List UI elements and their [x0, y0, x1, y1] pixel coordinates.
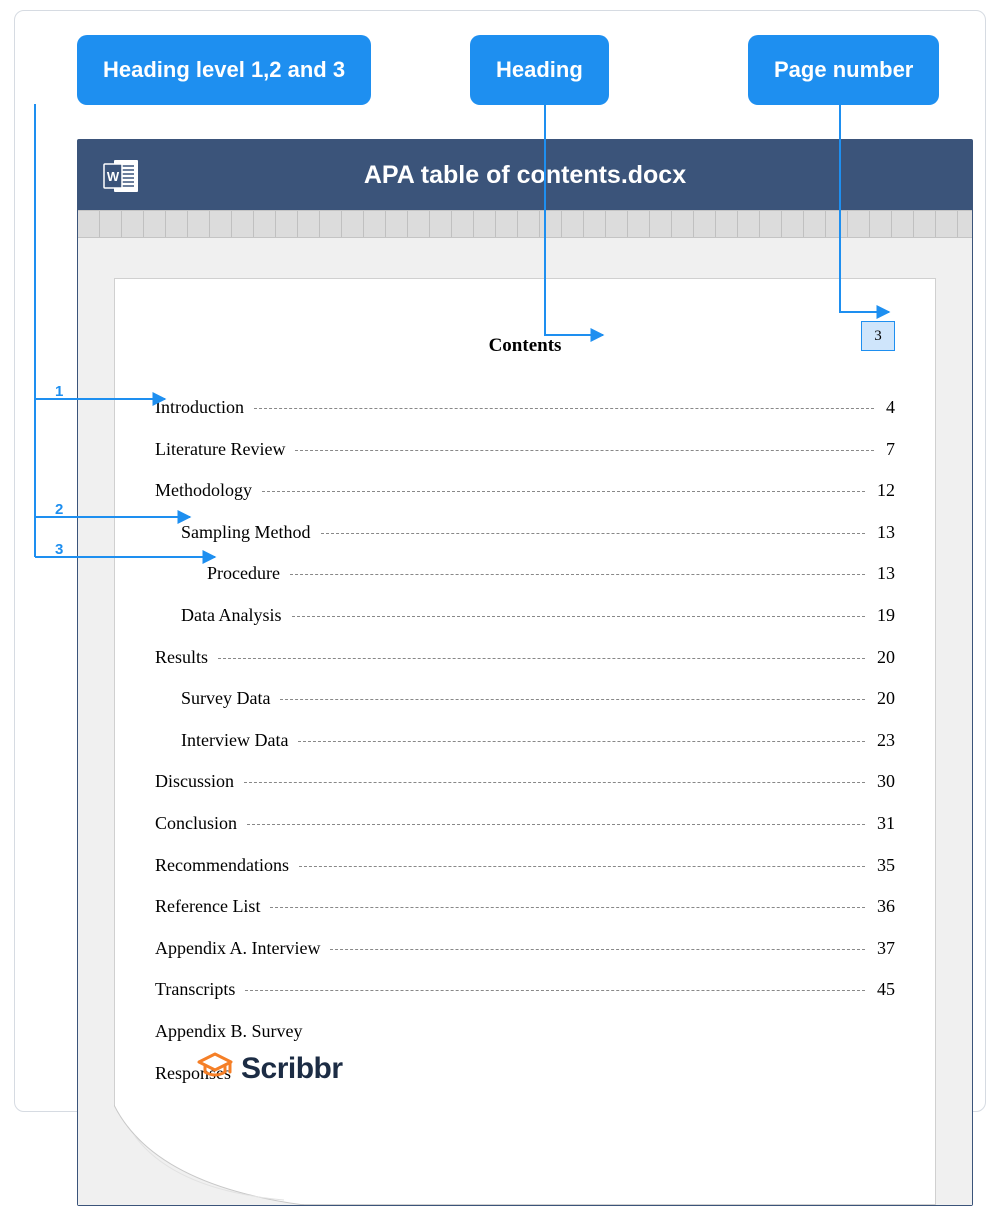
toc-entry-page: 37	[869, 938, 895, 960]
toc-entry-page: 30	[869, 771, 895, 793]
callout-page-number: Page number	[748, 35, 939, 105]
level-marker-3: 3	[55, 541, 63, 558]
toc-entry-page: 20	[869, 647, 895, 669]
document-title: APA table of contents.docx	[364, 161, 686, 190]
toc-row: Sampling Method 13	[155, 522, 895, 544]
word-titlebar: W APA table of contents.docx	[78, 140, 972, 210]
toc-entry-label: Procedure	[155, 563, 286, 585]
level-marker-2: 2	[55, 501, 63, 518]
toc-entry-page: 23	[869, 730, 895, 752]
toc-entry-label: Appendix B. Survey	[155, 1021, 309, 1043]
toc-entry-page: 36	[869, 896, 895, 918]
toc-leader	[292, 616, 866, 617]
toc-entry-label: Conclusion	[155, 813, 243, 835]
toc-row: Procedure 13	[155, 563, 895, 585]
toc-entry-label: Introduction	[155, 397, 250, 419]
toc-entry-label: Appendix A. Interview	[155, 938, 326, 960]
toc-row: Reference List 36	[155, 896, 895, 918]
toc-leader	[254, 408, 874, 409]
toc-entry-label: Results	[155, 647, 214, 669]
toc-row: Results 20	[155, 647, 895, 669]
callout-heading: Heading	[470, 35, 609, 105]
toc-row: Data Analysis 19	[155, 605, 895, 627]
toc-entry-page: 7	[878, 439, 895, 461]
toc-entry-label: Data Analysis	[155, 605, 288, 627]
toc-leader	[330, 949, 865, 950]
word-document-window: W APA table of contents.docx 3 Contents …	[77, 139, 973, 1206]
toc-entry-page: 13	[869, 563, 895, 585]
toc-leader	[245, 990, 865, 991]
contents-heading: Contents	[155, 335, 895, 357]
toc-entry-label: Discussion	[155, 771, 240, 793]
toc-leader	[290, 574, 865, 575]
toc-leader	[298, 741, 865, 742]
toc-leader	[270, 907, 865, 908]
scribbr-cap-icon	[195, 1050, 235, 1087]
toc-entry-page: 12	[869, 480, 895, 502]
scribbr-logo: Scribbr	[195, 1050, 343, 1087]
toc-row: Appendix B. Survey	[155, 1021, 895, 1043]
toc-leader	[295, 450, 874, 451]
toc-entry-label: Transcripts	[155, 979, 241, 1001]
toc-leader	[299, 866, 865, 867]
toc-leader	[280, 699, 865, 700]
toc-row: Interview Data 23	[155, 730, 895, 752]
toc-entry-page: 4	[878, 397, 895, 419]
toc-row: Methodology 12	[155, 480, 895, 502]
toc-entry-page: 13	[869, 522, 895, 544]
word-ruler	[78, 210, 972, 238]
callout-heading-levels: Heading level 1,2 and 3	[77, 35, 371, 105]
diagram-frame: Heading level 1,2 and 3 Heading Page num…	[14, 10, 986, 1112]
toc-row: Survey Data 20	[155, 688, 895, 710]
toc-entry-page: 20	[869, 688, 895, 710]
toc-leader	[218, 658, 865, 659]
toc-entry-label: Survey Data	[155, 688, 276, 710]
toc-entry-page: 45	[869, 979, 895, 1001]
toc-entry-page: 19	[869, 605, 895, 627]
svg-text:W: W	[107, 169, 120, 184]
toc-leader	[321, 533, 866, 534]
toc-leader	[247, 824, 865, 825]
page-number-indicator: 3	[861, 321, 895, 351]
toc-leader	[244, 782, 865, 783]
toc-row: Recommendations 35	[155, 855, 895, 877]
toc-entry-label: Interview Data	[155, 730, 294, 752]
word-app-icon: W	[102, 156, 142, 201]
toc-entry-page: 31	[869, 813, 895, 835]
table-of-contents: Introduction 4 Literature Review 7 Methodolo…	[155, 397, 895, 1084]
toc-row: Appendix A. Interview 37	[155, 938, 895, 960]
toc-entry-label: Reference List	[155, 896, 266, 918]
toc-entry-label: Methodology	[155, 480, 258, 502]
page-curl-decoration	[114, 1105, 304, 1205]
scribbr-logo-text: Scribbr	[241, 1052, 343, 1086]
toc-entry-label: Recommendations	[155, 855, 295, 877]
toc-row: Introduction 4	[155, 397, 895, 419]
level-marker-1: 1	[55, 383, 63, 400]
toc-entry-label: Literature Review	[155, 439, 291, 461]
toc-row: Conclusion 31	[155, 813, 895, 835]
toc-row: Transcripts 45	[155, 979, 895, 1001]
toc-entry-label: Sampling Method	[155, 522, 317, 544]
toc-row: Discussion 30	[155, 771, 895, 793]
toc-entry-page: 35	[869, 855, 895, 877]
toc-leader	[262, 491, 865, 492]
toc-row: Literature Review 7	[155, 439, 895, 461]
